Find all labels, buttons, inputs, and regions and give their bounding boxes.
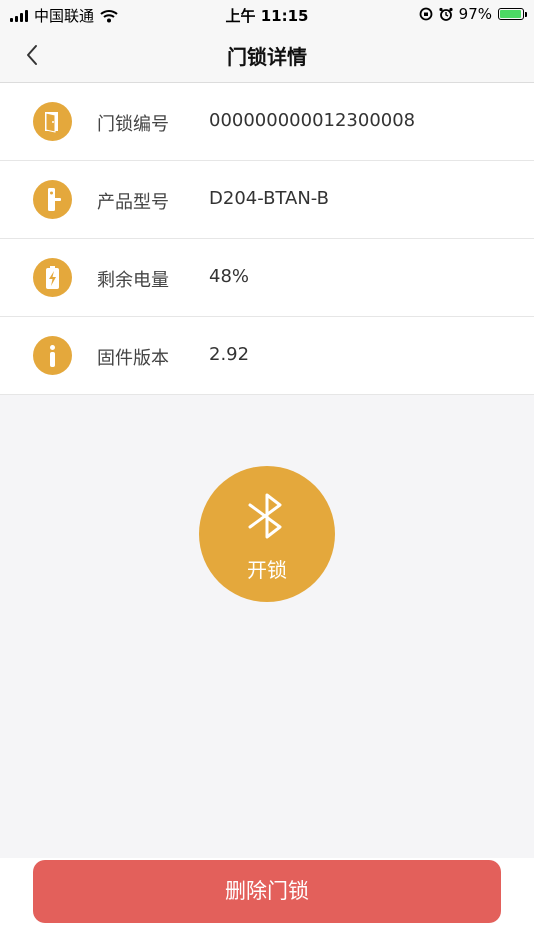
info-row-firmware: 固件版本 2.92 bbox=[0, 317, 534, 395]
status-bar: 中国联通 上午 11:15 97% bbox=[0, 0, 534, 28]
info-value: D204-BTAN-B bbox=[209, 188, 329, 209]
lock-info-list: 门锁编号 000000000012300008 产品型号 D204-BTAN-B… bbox=[0, 83, 534, 395]
info-value: 000000000012300008 bbox=[209, 110, 416, 131]
info-label: 产品型号 bbox=[97, 192, 169, 213]
unlock-label: 开锁 bbox=[247, 558, 287, 582]
battery-fill bbox=[500, 10, 522, 18]
page-title: 门锁详情 bbox=[227, 45, 307, 69]
nav-bar: 门锁详情 bbox=[0, 28, 534, 83]
bottom-bar: 删除门锁 bbox=[0, 858, 534, 950]
lock-handle-icon bbox=[33, 180, 72, 219]
info-row-product-model: 产品型号 D204-BTAN-B bbox=[0, 161, 534, 239]
info-label: 固件版本 bbox=[97, 348, 169, 369]
battery-charge-icon bbox=[33, 258, 72, 297]
unlock-button[interactable]: 开锁 bbox=[199, 466, 335, 602]
status-right: 97% bbox=[419, 5, 527, 23]
info-value: 2.92 bbox=[209, 344, 250, 365]
orientation-lock-icon bbox=[419, 7, 433, 21]
info-label: 剩余电量 bbox=[97, 270, 169, 291]
battery-icon bbox=[498, 8, 527, 20]
alarm-icon bbox=[439, 7, 453, 21]
bluetooth-icon bbox=[248, 493, 282, 539]
door-icon bbox=[33, 102, 72, 141]
delete-lock-button[interactable]: 删除门锁 bbox=[33, 860, 501, 923]
info-label: 门锁编号 bbox=[97, 114, 169, 135]
info-icon bbox=[33, 336, 72, 375]
info-row-battery: 剩余电量 48% bbox=[0, 239, 534, 317]
info-value: 48% bbox=[209, 266, 250, 287]
info-row-lock-number: 门锁编号 000000000012300008 bbox=[0, 83, 534, 161]
battery-percent: 97% bbox=[458, 5, 492, 23]
